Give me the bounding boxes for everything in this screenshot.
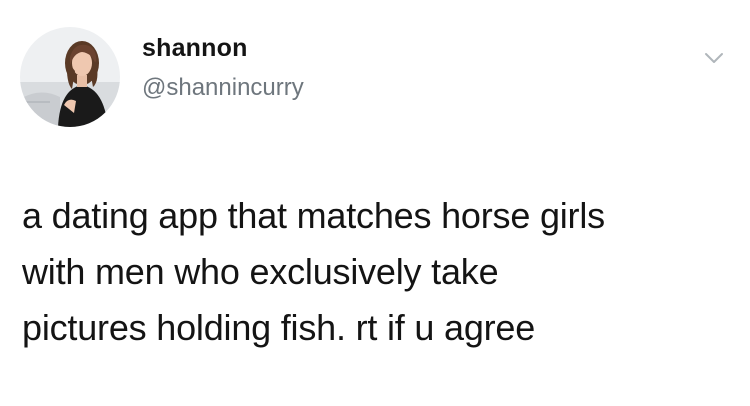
user-handle[interactable]: @shannincurry [142, 72, 304, 104]
author-info: shannon @shannincurry [142, 32, 304, 104]
profile-photo-icon [20, 27, 120, 127]
tweet-text-line: with men who exclusively take [22, 251, 499, 292]
tweet-card: shannon @shannincurry a dating app that … [0, 0, 750, 406]
tweet-text-line: pictures holding fish. rt if u agree [22, 307, 536, 348]
display-name[interactable]: shannon [142, 32, 304, 64]
chevron-down-icon [705, 53, 723, 63]
tweet-menu-button[interactable] [702, 46, 726, 70]
tweet-text: a dating app that matches horse girls wi… [22, 188, 722, 356]
avatar[interactable] [20, 27, 120, 127]
tweet-text-line: a dating app that matches horse girls [22, 195, 605, 236]
